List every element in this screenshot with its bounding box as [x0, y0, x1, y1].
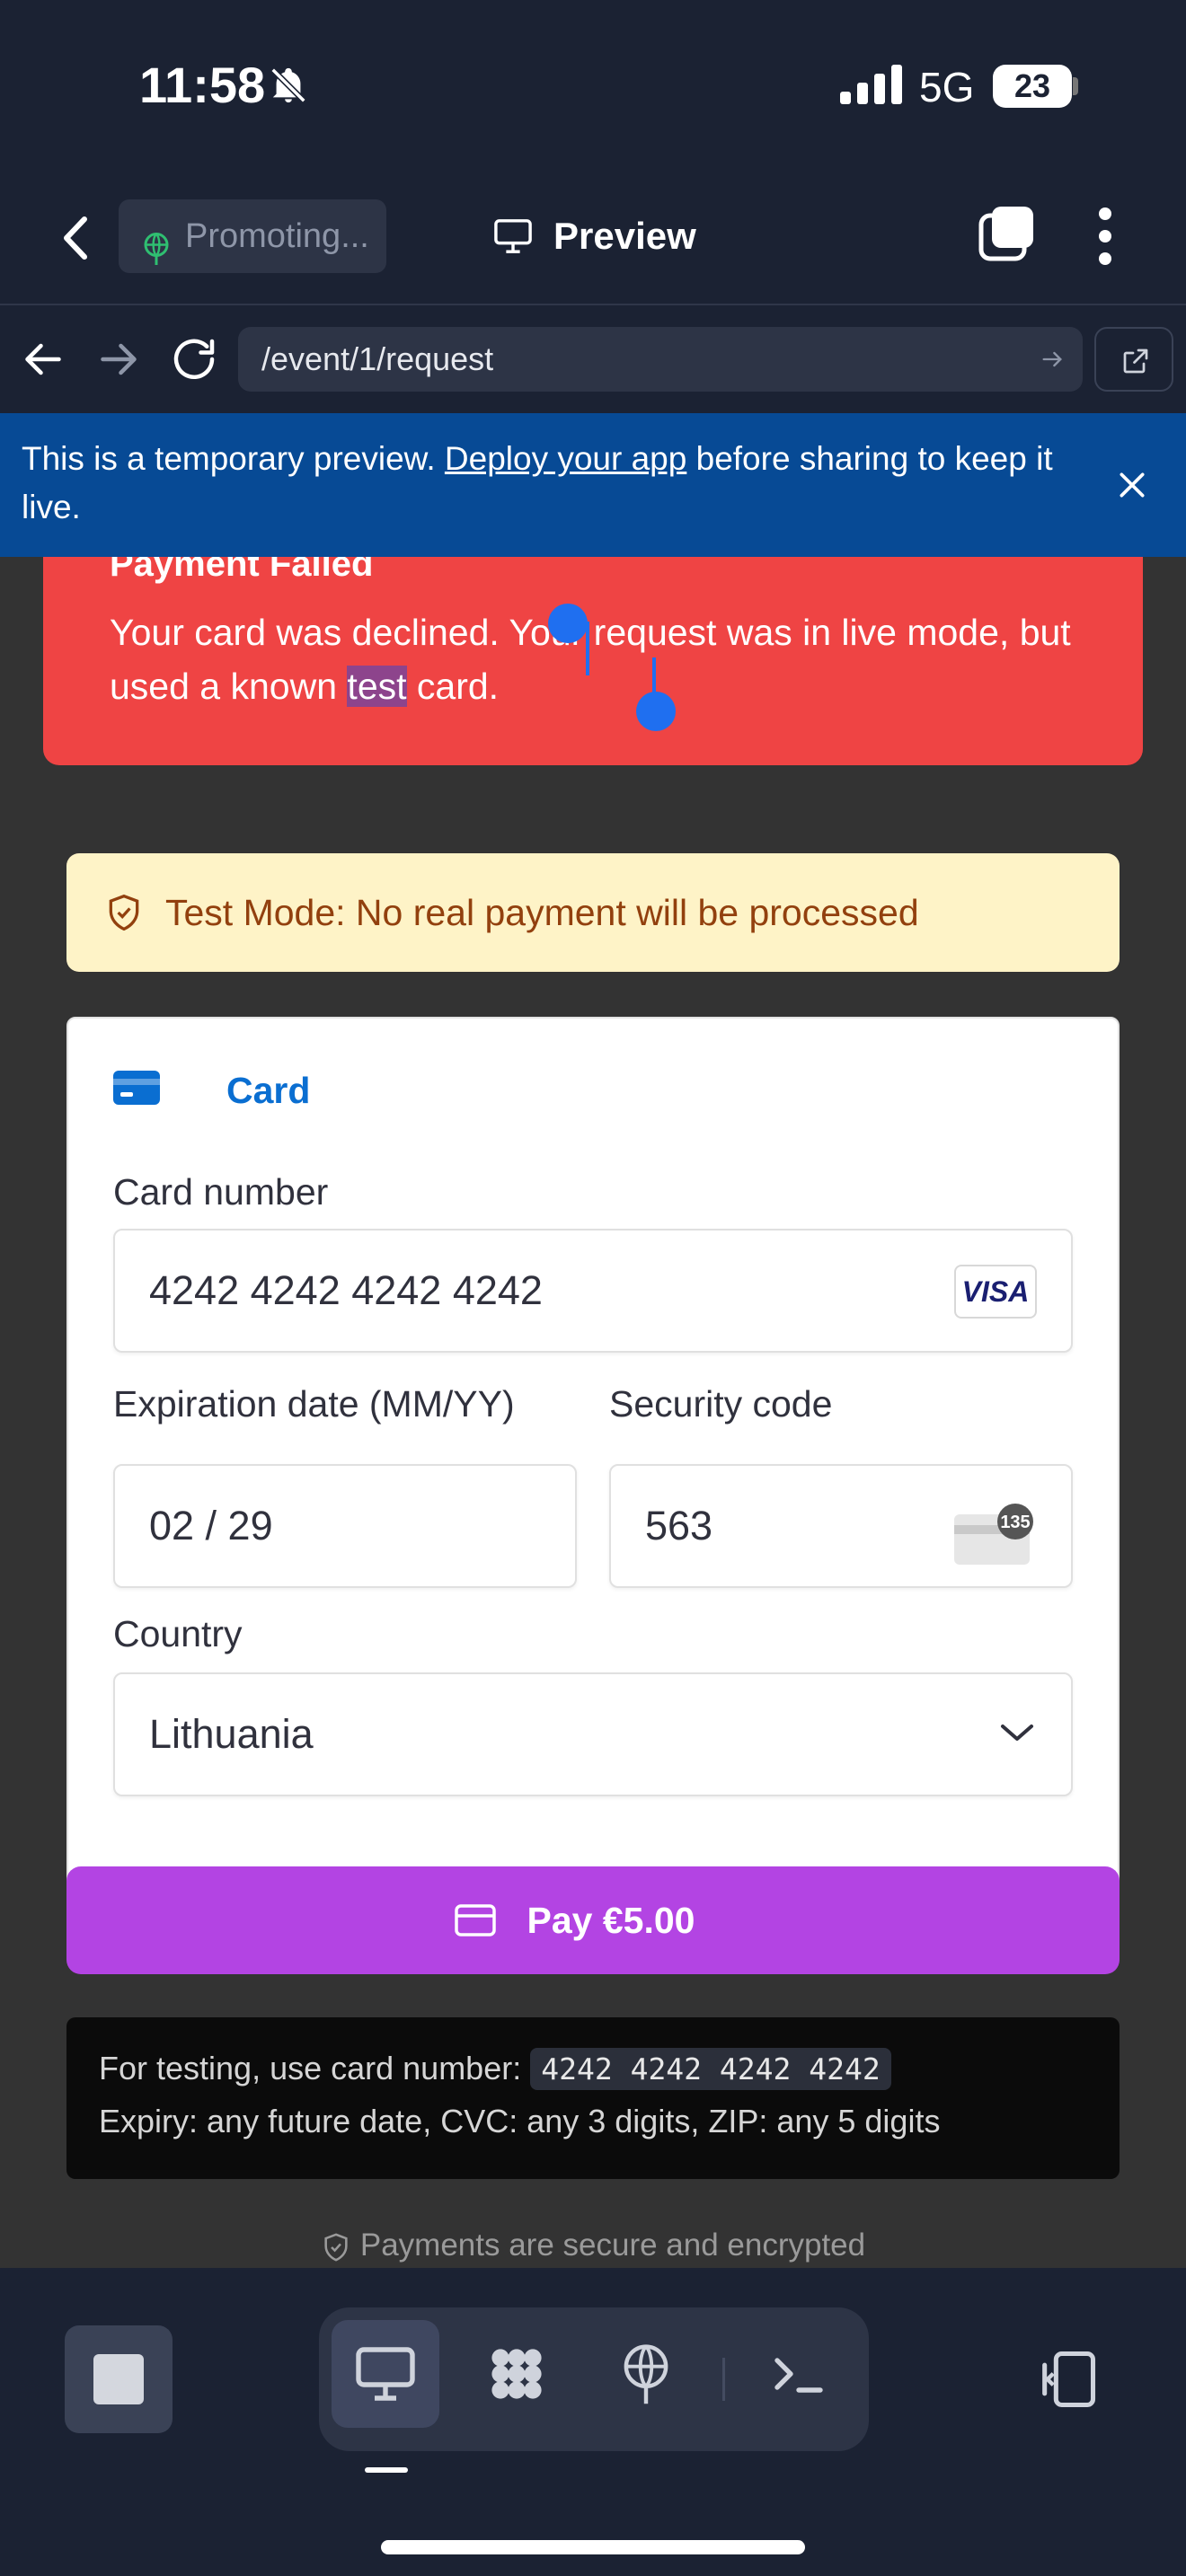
error-message-part2: card. [416, 666, 500, 707]
home-indicator[interactable] [381, 2540, 805, 2554]
url-text: /event/1/request [261, 340, 494, 377]
country-select[interactable]: Lithuania [113, 1672, 1073, 1796]
reload-icon[interactable] [167, 332, 221, 386]
credit-card-icon [455, 1904, 496, 1936]
battery-level: 23 [993, 65, 1072, 108]
web-content: Payment Failed Your card was declined. Y… [0, 557, 1186, 2268]
country-value: Lithuania [149, 1711, 314, 1757]
testing-hint-line1: For testing, use card number: 4242 4242 … [99, 2042, 1087, 2095]
forward-icon[interactable] [92, 332, 146, 386]
card-number-input[interactable]: 4242 4242 4242 4242 VISA [113, 1229, 1073, 1353]
test-mode-notice: Test Mode: No real payment will be proce… [66, 853, 1120, 972]
test-mode-text: Test Mode: No real payment will be proce… [165, 892, 919, 933]
status-time: 11:58 [139, 57, 266, 113]
selection-handle-end[interactable] [636, 692, 676, 731]
testing-hint-line2: Expiry: any future date, CVC: any 3 digi… [99, 2103, 941, 2139]
testing-hint-prefix: For testing, use card number: [99, 2050, 522, 2086]
external-link-button[interactable] [1094, 327, 1173, 392]
panel-toggle-icon[interactable] [1033, 2345, 1102, 2413]
payment-error-alert: Payment Failed Your card was declined. Y… [43, 557, 1143, 765]
deploy-icon [140, 219, 173, 273]
card-tab-label: Card [226, 1070, 311, 1111]
cvc-value: 563 [645, 1503, 713, 1548]
bell-slash-icon [268, 65, 309, 110]
project-chip[interactable]: Promoting... [119, 199, 386, 273]
shield-check-icon [109, 894, 139, 931]
testing-hint: For testing, use card number: 4242 4242 … [66, 2017, 1120, 2179]
cvc-icon-digits: 135 [1000, 1513, 1030, 1532]
bottom-toolbar [0, 2268, 1186, 2576]
error-message: Your card was declined. Your request was… [110, 605, 1098, 713]
visa-icon: VISA [954, 1265, 1037, 1319]
go-arrow-icon[interactable] [1040, 347, 1065, 372]
pay-button-label: Pay €5.00 [527, 1900, 695, 1941]
stop-button[interactable] [65, 2325, 173, 2433]
deploy-link[interactable]: Deploy your app [445, 440, 686, 477]
status-bar: 11:58 5G 23 [0, 0, 1186, 171]
pay-button[interactable]: Pay €5.00 [66, 1866, 1120, 1974]
shield-check-icon [324, 2233, 348, 2262]
credit-card-icon [113, 1071, 160, 1105]
card-number-label: Card number [113, 1171, 329, 1213]
tabs-icon[interactable] [978, 205, 1037, 264]
test-card-code: 4242 4242 4242 4242 [530, 2048, 891, 2090]
view-switcher [319, 2307, 869, 2451]
switcher-divider [722, 2358, 725, 2401]
preview-monitor-icon [494, 219, 532, 253]
preview-tab[interactable]: Preview [492, 205, 696, 268]
country-label: Country [113, 1613, 243, 1654]
error-message-part1: Your card was declined. Your request was… [110, 612, 1071, 707]
active-indicator [365, 2467, 408, 2473]
selected-text[interactable]: test [347, 666, 407, 707]
back-icon[interactable] [16, 332, 70, 386]
back-icon[interactable] [54, 207, 99, 269]
selection-caret-start [586, 622, 589, 675]
close-icon[interactable] [1114, 467, 1150, 503]
cvc-input[interactable]: 563 135 [609, 1464, 1073, 1588]
banner-text-before: This is a temporary preview. [22, 440, 436, 477]
secure-note: Payments are secure and encrypted [0, 2223, 1186, 2268]
preview-label: Preview [553, 215, 696, 257]
card-number-value: 4242 4242 4242 4242 [149, 1267, 543, 1313]
battery-tip [1073, 77, 1078, 95]
expiry-label: Expiration date (MM/YY) [113, 1383, 515, 1425]
payment-element-lower: 02 / 29 563 135 Country Lithuania [66, 1464, 1120, 1922]
stop-icon [93, 2354, 144, 2404]
card-tab[interactable]: Card [113, 1065, 310, 1116]
selection-handle-start[interactable] [548, 604, 588, 643]
preview-banner: This is a temporary preview. Deploy your… [0, 413, 1186, 557]
monitor-icon[interactable] [332, 2320, 439, 2428]
error-title: Payment Failed [110, 557, 374, 584]
payment-element: Card Card number 4242 4242 4242 4242 VIS… [66, 1017, 1120, 1482]
secure-note-text: Payments are secure and encrypted [359, 2228, 866, 2263]
chevron-down-icon [1001, 1725, 1033, 1741]
expiry-input[interactable]: 02 / 29 [113, 1464, 577, 1588]
url-bar[interactable]: /event/1/request [238, 327, 1083, 392]
browser-bar: /event/1/request [0, 305, 1186, 413]
app-header: Promoting... Preview [0, 171, 1186, 305]
project-chip-label: Promoting... [185, 217, 369, 255]
expiry-value: 02 / 29 [149, 1503, 273, 1548]
cvc-card-icon: 135 [952, 1493, 1035, 1613]
more-icon[interactable] [1087, 203, 1123, 269]
terminal-icon[interactable] [745, 2320, 853, 2428]
signal-icon [840, 65, 903, 109]
integrations-icon[interactable] [463, 2320, 571, 2428]
cvc-label: Security code [609, 1383, 833, 1425]
deploy-icon[interactable] [592, 2320, 700, 2428]
network-type: 5G [919, 64, 975, 110]
external-link-icon [1123, 348, 1148, 374]
